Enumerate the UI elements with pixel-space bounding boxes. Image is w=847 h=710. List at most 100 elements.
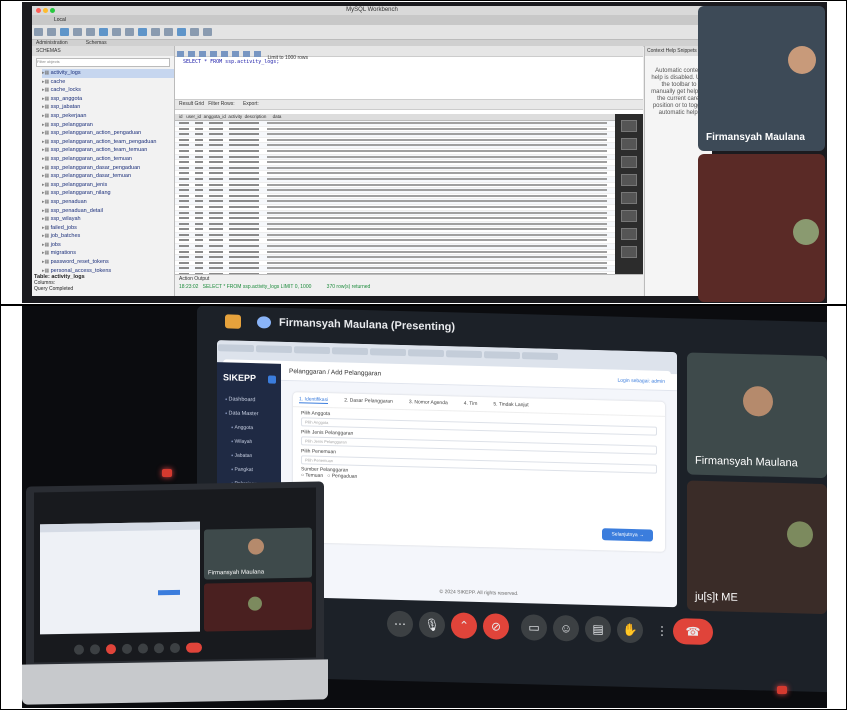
schema-table-item[interactable]: jobs xyxy=(42,241,174,250)
grid-rows xyxy=(175,121,615,274)
context-help-tab[interactable]: Context Help xyxy=(647,48,676,54)
schema-table-item[interactable]: ssp_jabatan xyxy=(42,103,174,112)
meet-participant-tile-2[interactable]: ju[s]t ME xyxy=(687,480,827,615)
laptop-meet-controls[interactable] xyxy=(74,638,274,655)
presenter-avatar-icon xyxy=(257,316,271,329)
schema-table-item[interactable]: ssp_pelanggaran_action_team_temuan xyxy=(42,146,174,155)
main-toolbar[interactable] xyxy=(32,25,712,40)
schema-table-item[interactable]: ssp_pelanggaran_action_temuan xyxy=(42,155,174,164)
schema-table-item[interactable]: activity_logs xyxy=(42,69,174,78)
breadcrumb: Pelanggaran / Add Pelanggaran xyxy=(289,368,382,378)
schema-table-item[interactable]: cache xyxy=(42,78,174,87)
schema-filter-input[interactable]: Filter objects xyxy=(36,58,170,67)
user-label[interactable]: Login sebagai: admin xyxy=(617,373,665,390)
app-icon[interactable] xyxy=(225,314,241,329)
schema-table-item[interactable]: ssp_pelanggaran_dasar_pengaduan xyxy=(42,164,174,173)
camera-off-icon[interactable]: ⊘ xyxy=(483,613,509,640)
schema-table-item[interactable]: ssp_pelanggaran_action_pengaduan xyxy=(42,129,174,138)
sql-text[interactable]: SELECT * FROM ssp.activity_logs; xyxy=(175,57,643,99)
schema-table-item[interactable]: cache_locks xyxy=(42,86,174,95)
form-step-tab[interactable]: 1. Identifikasi xyxy=(299,396,329,405)
grid-header: id user_id anggota_id activity descripti… xyxy=(175,114,615,121)
app-footer: © 2024 SIKEPP. All rights reserved. xyxy=(439,588,519,598)
editor-toolbar[interactable]: Limit to 1000 rows xyxy=(175,46,643,61)
schema-table-item[interactable]: ssp_pelanggaran_action_team_pengaduan xyxy=(42,138,174,147)
participant-avatar xyxy=(248,538,264,555)
captions-icon[interactable]: ▤ xyxy=(585,615,611,643)
schema-table-item[interactable]: failed_jobs xyxy=(42,224,174,233)
window-titlebar: MySQL Workbench xyxy=(32,6,712,15)
brand-text: SIKEPP xyxy=(223,372,257,384)
more-icon[interactable]: ⋯ xyxy=(387,610,413,638)
mic-icon[interactable]: 🎙 xyxy=(419,611,445,639)
schema-table-item[interactable]: job_batches xyxy=(42,232,174,241)
object-info-panel: Table: activity_logs Columns: Query Comp… xyxy=(34,274,172,292)
output-label: Action Output xyxy=(179,276,210,282)
participant-avatar xyxy=(248,596,262,611)
form-step-tab[interactable]: 5. Tindak Lanjut xyxy=(493,401,528,408)
schema-table-item[interactable]: ssp_pelanggaran_dasar_temuan xyxy=(42,172,174,181)
participant-name: Firmansyah Maulana xyxy=(695,454,798,470)
form-step-tab[interactable]: 2. Dasar Pelanggaran xyxy=(344,397,393,404)
emoji-icon[interactable]: ☺ xyxy=(553,614,579,642)
col-id: id xyxy=(179,114,183,119)
laptop-keyboard xyxy=(22,659,328,705)
form-step-tab[interactable]: 4. Tim xyxy=(464,401,478,407)
participant-name: ju[s]t ME xyxy=(695,590,738,604)
col-user-id: user_id xyxy=(186,114,202,119)
result-grid-label[interactable]: Result Grid xyxy=(179,101,204,107)
schema-table-item[interactable]: ssp_anggota xyxy=(42,95,174,104)
radio-temuan[interactable]: Temuan xyxy=(305,472,323,478)
schema-table-item[interactable]: password_reset_tokens xyxy=(42,258,174,267)
radio-pengaduan[interactable]: Pengaduan xyxy=(332,473,358,480)
app-brand: SIKEPP xyxy=(217,362,281,384)
col-activity: activity xyxy=(228,114,243,119)
end-call-icon[interactable]: ☎ xyxy=(673,618,713,646)
present-icon[interactable]: ▭ xyxy=(521,614,547,641)
participant-tile-2[interactable] xyxy=(698,154,825,302)
raise-hand-icon[interactable]: ✋ xyxy=(617,616,643,644)
schema-table-item[interactable]: ssp_pekerjaan xyxy=(42,112,174,121)
presenting-label: Firmansyah Maulana (Presenting) xyxy=(279,316,456,334)
laptop-participant-tile-2[interactable] xyxy=(204,581,312,632)
laptop-shared-screen xyxy=(40,521,200,635)
schema-table-item[interactable]: ssp_penaduan_detail xyxy=(42,207,174,216)
form-fields: Pilih Anggota Pilih Anggota Pilih Jenis Pe… xyxy=(293,407,665,474)
result-side-toolbar[interactable] xyxy=(615,114,643,274)
next-button[interactable]: Selanjutnya → xyxy=(602,528,653,542)
schema-table-item[interactable]: ssp_pelanggaran_nilang xyxy=(42,189,174,198)
connection-tab[interactable]: Local xyxy=(32,15,712,25)
led-light xyxy=(777,686,787,694)
schema-table-item[interactable]: migrations xyxy=(42,249,174,258)
snippets-tab[interactable]: Snippets xyxy=(677,48,696,54)
led-light xyxy=(162,469,172,477)
participant-avatar xyxy=(793,219,819,245)
window-title: MySQL Workbench xyxy=(346,7,398,13)
schema-table-item[interactable]: ssp_penaduan xyxy=(42,198,174,207)
filter-rows-label: Filter Rows: xyxy=(208,101,235,107)
chevron-icon[interactable]: ⌃ xyxy=(451,612,477,639)
action-output: Action Output 18:23:02 SELECT * FROM ssp… xyxy=(175,274,643,296)
laptop-participant-tile-1[interactable]: Firmansyah Maulana xyxy=(204,527,312,580)
result-grid[interactable]: id user_id anggota_id activity descripti… xyxy=(175,114,615,274)
output-row: 18:23:02 SELECT * FROM ssp.activity_logs… xyxy=(175,283,643,291)
participant-tile-1[interactable]: Firmansyah Maulana xyxy=(698,6,825,151)
bottom-photo-meet: Firmansyah Maulana (Presenting) SIKEPP D… xyxy=(22,306,827,708)
form-step-tab[interactable]: 3. Nomor Agenda xyxy=(409,399,448,406)
schema-table-item[interactable]: ssp_pelanggaran_jenis xyxy=(42,181,174,190)
mysql-workbench-window: MySQL Workbench Local Administration Sch… xyxy=(32,6,712,296)
participant-name: Firmansyah Maulana xyxy=(208,569,265,577)
participant-name: Firmansyah Maulana xyxy=(706,132,805,143)
meet-participant-tile-1[interactable]: Firmansyah Maulana xyxy=(687,352,827,479)
export-label[interactable]: Export: xyxy=(243,101,259,107)
sidebar-toggle-icon[interactable] xyxy=(268,375,277,384)
output-response: 370 row(s) returned xyxy=(326,284,371,290)
laptop: Firmansyah Maulana xyxy=(22,481,328,705)
col-anggota-id: anggota_id xyxy=(203,114,226,119)
schema-table-item[interactable]: ssp_pelanggaran xyxy=(42,121,174,130)
add-pelanggaran-form: 1. Identifikasi 2. Dasar Pelanggaran 3. No… xyxy=(293,392,665,552)
window-controls[interactable] xyxy=(36,8,57,17)
more-vert-icon[interactable]: ⋮ xyxy=(649,617,675,644)
sql-editor: Limit to 1000 rows SELECT * FROM ssp.act… xyxy=(175,46,643,296)
schema-table-item[interactable]: ssp_wilayah xyxy=(42,215,174,224)
